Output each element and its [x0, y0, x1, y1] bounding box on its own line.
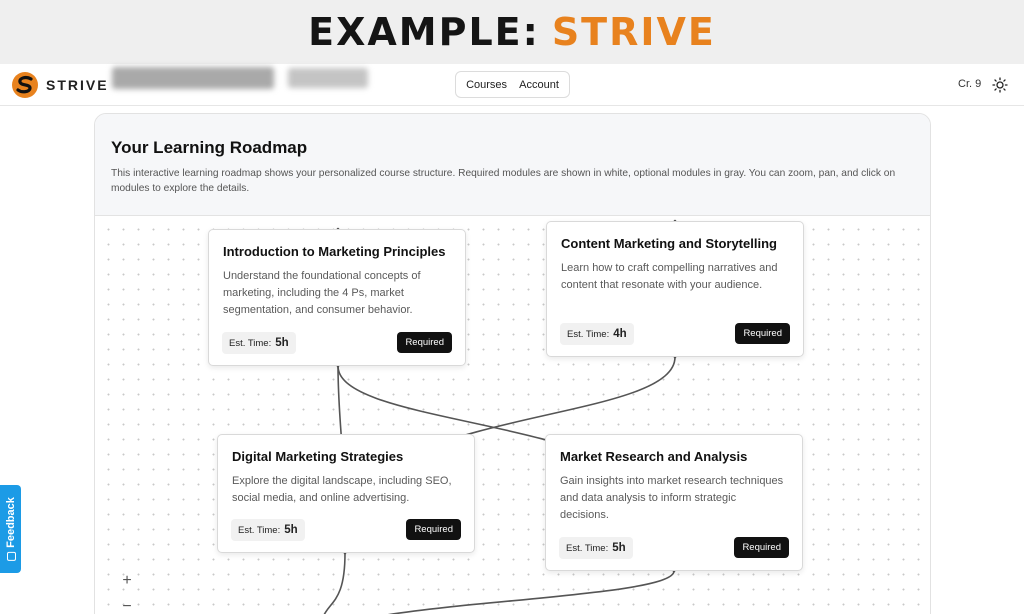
banner-brand: STRIVE — [551, 10, 716, 54]
main-nav: Courses Account — [455, 71, 570, 98]
roadmap-description: This interactive learning roadmap shows … — [111, 168, 896, 194]
module-card[interactable]: Digital Marketing Strategies Explore the… — [217, 434, 475, 553]
zoom-controls: + − — [113, 568, 141, 614]
module-description: Gain insights into market research techn… — [560, 475, 784, 521]
feedback-label: Feedback — [4, 497, 17, 548]
feedback-button[interactable]: Feedback — [0, 485, 21, 573]
module-card[interactable]: Content Marketing and Storytelling Learn… — [546, 221, 804, 357]
module-footer: Est. Time: 5h Required — [559, 537, 789, 559]
required-badge: Required — [735, 323, 790, 344]
module-description: Learn how to craft compelling narratives… — [561, 262, 778, 291]
logo-text: STRIVE — [46, 77, 109, 93]
feedback-content: Feedback — [5, 497, 17, 561]
redacted-text — [112, 67, 274, 89]
module-title: Content Marketing and Storytelling — [561, 236, 777, 251]
nav-account[interactable]: Account — [519, 79, 559, 91]
zoom-in-button[interactable]: + — [113, 568, 141, 594]
time-value: 5h — [275, 337, 289, 349]
module-title: Introduction to Marketing Principles — [223, 244, 446, 259]
feedback-icon — [6, 551, 15, 561]
module-footer: Est. Time: 5h Required — [222, 332, 452, 354]
nav-courses[interactable]: Courses — [466, 79, 507, 91]
sun-icon[interactable] — [992, 77, 1008, 93]
example-banner: EXAMPLE: STRIVE — [0, 0, 1024, 64]
module-title: Market Research and Analysis — [560, 449, 748, 464]
strive-logo-icon — [12, 72, 38, 98]
required-badge: Required — [406, 519, 461, 540]
time-value: 4h — [613, 328, 627, 340]
page-title: Your Learning Roadmap — [111, 138, 308, 157]
estimated-time: Est. Time: 4h — [560, 323, 634, 345]
time-value: 5h — [612, 542, 626, 554]
estimated-time: Est. Time: 5h — [222, 332, 296, 354]
estimated-time: Est. Time: 5h — [231, 519, 305, 541]
module-footer: Est. Time: 5h Required — [231, 519, 461, 541]
time-value: 5h — [284, 524, 298, 536]
top-navbar: STRIVE Courses Account Cr. 9 — [0, 64, 1024, 106]
module-card[interactable]: Market Research and Analysis Gain insigh… — [545, 434, 803, 571]
redacted-text — [288, 68, 368, 88]
module-description: Understand the foundational concepts of … — [223, 270, 421, 316]
estimated-time: Est. Time: 5h — [559, 537, 633, 559]
credits-counter: Cr. 9 — [958, 78, 982, 90]
zoom-out-button[interactable]: − — [113, 594, 141, 614]
required-badge: Required — [397, 332, 452, 353]
module-description: Explore the digital landscape, including… — [232, 475, 452, 504]
roadmap-panel: Your Learning Roadmap This interactive l… — [94, 113, 931, 614]
module-title: Digital Marketing Strategies — [232, 449, 404, 464]
roadmap-canvas[interactable]: Introduction to Marketing Principles Und… — [95, 216, 930, 614]
banner-prefix: EXAMPLE: — [308, 10, 540, 54]
roadmap-header: Your Learning Roadmap This interactive l… — [95, 114, 930, 216]
required-badge: Required — [734, 537, 789, 558]
module-card[interactable]: Introduction to Marketing Principles Und… — [208, 229, 466, 366]
module-footer: Est. Time: 4h Required — [560, 323, 790, 345]
logo[interactable]: STRIVE — [10, 71, 109, 99]
